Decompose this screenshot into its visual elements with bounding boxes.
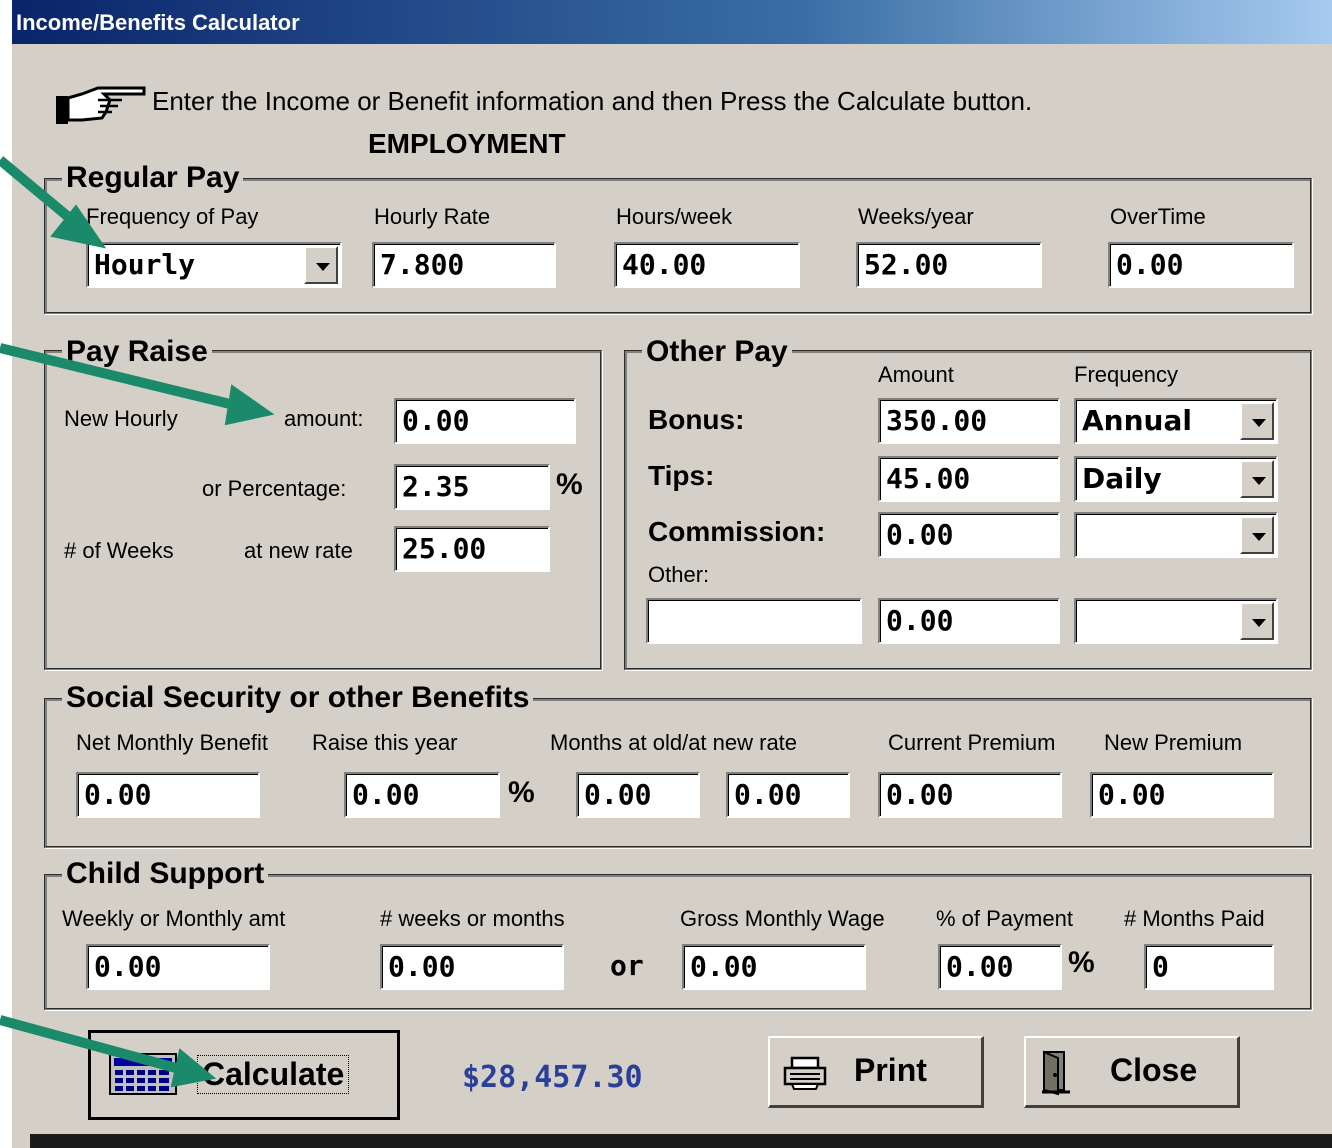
months-new-rate-field[interactable]: 0.00	[726, 772, 850, 818]
current-premium-field[interactable]: 0.00	[878, 772, 1062, 818]
raise-percentage-field[interactable]: 2.35	[394, 464, 550, 510]
percent-of-payment-label: % of Payment	[936, 906, 1073, 931]
amount-column-label: Amount	[878, 362, 954, 387]
tips-amount-field[interactable]: 45.00	[878, 456, 1060, 502]
commission-label: Commission:	[648, 516, 826, 547]
printer-icon	[783, 1056, 827, 1090]
percent-sign: %	[556, 468, 583, 501]
weeks-year-label: Weeks/year	[858, 204, 974, 229]
hourly-rate-field[interactable]: 7.800	[372, 242, 556, 288]
frequency-of-pay-select[interactable]: Hourly	[86, 242, 342, 288]
percentage-label: or Percentage:	[202, 476, 347, 501]
bonus-frequency-select[interactable]: Annual	[1074, 398, 1278, 444]
commission-frequency-select[interactable]	[1074, 512, 1278, 558]
instruction-text: Enter the Income or Benefit information …	[152, 86, 1033, 116]
calculated-total: $28,457.30	[462, 1060, 643, 1095]
tips-frequency-select[interactable]: Daily	[1074, 456, 1278, 502]
exit-door-icon	[1042, 1050, 1070, 1096]
gross-monthly-wage-field[interactable]: 0.00	[682, 944, 866, 990]
chevron-down-icon[interactable]	[1240, 516, 1274, 554]
print-label: Print	[854, 1052, 927, 1088]
print-button[interactable]: Print	[768, 1036, 984, 1108]
pointing-hand-icon	[56, 86, 146, 124]
months-old-rate-field[interactable]: 0.00	[576, 772, 700, 818]
window-title: Income/Benefits Calculator	[16, 10, 300, 35]
child-support-legend: Child Support	[62, 858, 269, 890]
overtime-field[interactable]: 0.00	[1108, 242, 1294, 288]
raise-this-year-field[interactable]: 0.00	[344, 772, 500, 818]
weekly-monthly-amt-label: Weekly or Monthly amt	[62, 906, 286, 931]
percent-sign: %	[508, 776, 535, 809]
social-security-legend: Social Security or other Benefits	[62, 682, 534, 714]
weekly-monthly-amt-field[interactable]: 0.00	[86, 944, 270, 990]
net-monthly-benefit-label: Net Monthly Benefit	[76, 730, 268, 755]
raise-amount-field[interactable]: 0.00	[394, 398, 576, 444]
weeks-months-field[interactable]: 0.00	[380, 944, 564, 990]
weeks-months-label: # weeks or months	[380, 906, 565, 931]
tips-label: Tips:	[648, 460, 715, 491]
regular-pay-legend: Regular Pay	[62, 162, 244, 194]
net-monthly-benefit-field[interactable]: 0.00	[76, 772, 260, 818]
raise-weeks-field[interactable]: 25.00	[394, 526, 550, 572]
at-new-rate-label: at new rate	[244, 538, 353, 563]
close-button[interactable]: Close	[1024, 1036, 1240, 1108]
amount-label: amount:	[284, 406, 364, 431]
overtime-label: OverTime	[1110, 204, 1206, 229]
bonus-amount-field[interactable]: 350.00	[878, 398, 1060, 444]
bonus-label: Bonus:	[648, 404, 745, 435]
other-amount-field[interactable]: 0.00	[878, 598, 1060, 644]
hours-week-field[interactable]: 40.00	[614, 242, 800, 288]
hours-week-label: Hours/week	[616, 204, 733, 229]
other-pay-legend: Other Pay	[642, 336, 792, 368]
commission-amount-field[interactable]: 0.00	[878, 512, 1060, 558]
calculator-icon	[109, 1053, 177, 1095]
months-paid-field[interactable]: 0	[1144, 944, 1274, 990]
chevron-down-icon[interactable]	[1240, 402, 1274, 440]
new-premium-field[interactable]: 0.00	[1090, 772, 1274, 818]
tips-frequency-value: Daily	[1082, 462, 1162, 495]
other-label: Other:	[648, 562, 710, 587]
or-label: or	[610, 949, 644, 982]
weeks-label: # of Weeks	[64, 538, 174, 563]
percent-of-payment-field[interactable]: 0.00	[938, 944, 1062, 990]
hourly-rate-label: Hourly Rate	[374, 204, 491, 229]
new-premium-label: New Premium	[1104, 730, 1243, 755]
pay-raise-legend: Pay Raise	[62, 336, 212, 368]
chevron-down-icon[interactable]	[1240, 602, 1274, 640]
new-hourly-label: New Hourly	[64, 406, 178, 431]
current-premium-label: Current Premium	[888, 730, 1056, 755]
frequency-of-pay-value: Hourly	[94, 248, 196, 281]
frequency-of-pay-label: Frequency of Pay	[86, 204, 259, 229]
months-rate-label: Months at old/at new rate	[550, 730, 798, 755]
raise-this-year-label: Raise this year	[312, 730, 458, 755]
calculate-label: Calculate	[197, 1055, 350, 1094]
months-paid-label: # Months Paid	[1124, 906, 1265, 931]
chevron-down-icon[interactable]	[304, 246, 338, 284]
title-bar: Income/Benefits Calculator	[12, 0, 1332, 44]
bonus-frequency-value: Annual	[1082, 404, 1192, 437]
percent-sign: %	[1068, 946, 1095, 979]
employment-heading: EMPLOYMENT	[368, 128, 566, 159]
gross-monthly-wage-label: Gross Monthly Wage	[680, 906, 885, 931]
other-frequency-select[interactable]	[1074, 598, 1278, 644]
other-name-field[interactable]	[646, 598, 862, 644]
close-label: Close	[1110, 1052, 1198, 1088]
calculate-button[interactable]: Calculate	[88, 1030, 400, 1120]
frequency-column-label: Frequency	[1074, 362, 1178, 387]
chevron-down-icon[interactable]	[1240, 460, 1274, 498]
bottom-edge-bar	[30, 1134, 1332, 1148]
weeks-year-field[interactable]: 52.00	[856, 242, 1042, 288]
